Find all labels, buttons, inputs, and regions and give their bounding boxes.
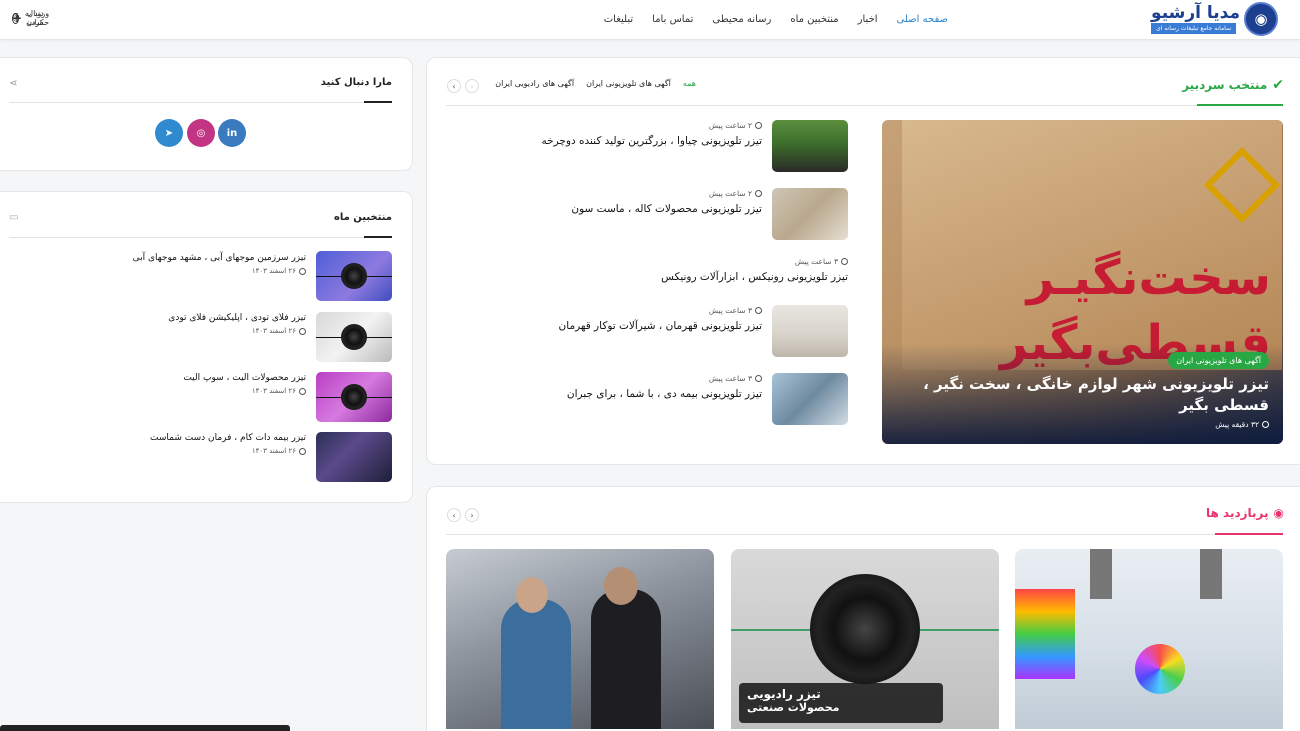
prev-arrow-icon[interactable]: ‹ bbox=[447, 79, 461, 93]
logo-subtitle: سامانه جامع تبلیغات رسانه ای bbox=[1151, 23, 1237, 34]
tab-tv-ads[interactable]: آگهی های تلویزیونی ایران bbox=[586, 79, 671, 88]
list-item: ۲ ساعت پیش تیزر تلویزیونی چیاوا ، بزرگتر… bbox=[541, 121, 763, 147]
monthly-title[interactable]: تیزر سرزمین موجهای آبی ، مشهد موجهای آبی bbox=[133, 253, 306, 263]
featured-category-badge[interactable]: آگهی های تلویزیونی ایران bbox=[1168, 352, 1269, 369]
featured-art-text-1: سخت‌نگیـر bbox=[1026, 250, 1273, 306]
editors-pick-tabs: همه آگهی های تلویزیونی ایران آگهی های را… bbox=[495, 79, 696, 88]
nav-home[interactable]: صفحه اصلی bbox=[897, 14, 948, 25]
monthly-title[interactable]: تیزر بیمه دات کام ، فرمان دست شماست bbox=[150, 433, 306, 443]
share-icon[interactable]: ⋖ bbox=[9, 78, 17, 89]
featured-time: ۳۲ دقیقه پیش bbox=[1215, 420, 1269, 429]
nav-outdoor-media[interactable]: رسانه محیطی bbox=[712, 14, 771, 25]
bottom-toast-bar bbox=[0, 725, 290, 731]
site-logo[interactable]: ◉ مدیا آرشیو سامانه جامع تبلیغات رسانه ا… bbox=[1151, 2, 1278, 36]
most-viewed-divider bbox=[446, 533, 1283, 535]
popular-card-3[interactable] bbox=[446, 549, 714, 729]
follow-button[interactable]: دنبال کردن + bbox=[12, 9, 44, 27]
tab-radio-ads[interactable]: آگهی های رادیویی ایران bbox=[495, 79, 574, 88]
clock-icon bbox=[299, 447, 306, 455]
editors-pick-heading: ✔ منتخب سردبیر bbox=[1182, 77, 1284, 93]
document-icon: ▭ bbox=[9, 212, 19, 223]
post-title[interactable]: تیزر تلویزیونی قهرمان ، شیرآلات توکار قه… bbox=[559, 320, 762, 332]
post-title[interactable]: تیزر تلویزیونی بیمه دی ، با شما ، برای ج… bbox=[567, 388, 762, 400]
monthly-picks-heading: منتخبین ماه bbox=[333, 212, 392, 223]
header-actions: ☾ ورود به حساب دنبال کردن + bbox=[12, 0, 49, 36]
monthly-title[interactable]: تیزر محصولات الیت ، سوپ الیت bbox=[183, 373, 306, 383]
main-nav: صفحه اصلی اخبار منتخبین ماه رسانه محیطی … bbox=[604, 0, 948, 38]
list-item: تیزر سرزمین موجهای آبی ، مشهد موجهای آبی… bbox=[132, 253, 306, 275]
prev-arrow-icon[interactable]: ‹ bbox=[447, 508, 461, 522]
follow-us-divider bbox=[9, 101, 392, 103]
next-arrow-icon[interactable]: › bbox=[465, 79, 479, 93]
nav-ads[interactable]: تبلیغات bbox=[604, 14, 633, 25]
clock-icon bbox=[755, 375, 762, 382]
list-item: تیزر بیمه دات کام ، فرمان دست شماست ۲۶ ا… bbox=[150, 433, 306, 455]
post-title[interactable]: تیزر تلویزیونی محصولات کاله ، ماست سون bbox=[571, 203, 762, 215]
list-item: تیزر محصولات الیت ، سوپ الیت ۲۶ اسفند ۱۴… bbox=[183, 373, 306, 395]
tab-all[interactable]: همه bbox=[683, 79, 696, 88]
post-thumb-2[interactable] bbox=[772, 188, 848, 240]
logo-title: مدیا آرشیو bbox=[1151, 3, 1240, 23]
plus-icon: + bbox=[12, 11, 23, 25]
popular-card-caption-2: محصولات صنعتی bbox=[747, 701, 840, 714]
monthly-thumb-3[interactable] bbox=[316, 372, 392, 422]
featured-title[interactable]: تیزر تلویزیونی شهر لوازم خانگی ، سخت نگی… bbox=[899, 374, 1269, 416]
clock-icon bbox=[1262, 421, 1269, 428]
nav-contact[interactable]: تماس باما bbox=[652, 14, 693, 25]
post-thumb-1[interactable] bbox=[772, 120, 848, 172]
monthly-thumb-4[interactable] bbox=[316, 432, 392, 482]
post-title[interactable]: تیزر تلویزیونی رونیکس ، ابزارآلات رونیکس bbox=[661, 271, 848, 283]
monthly-title[interactable]: تیزر فلای تودی ، اپلیکیشن فلای تودی bbox=[168, 313, 306, 323]
featured-post[interactable]: سخت‌نگیـر قسطی‌بگیر آگهی های تلویزیونی ا… bbox=[882, 120, 1283, 444]
editors-pick-pager: ‹ › bbox=[447, 79, 479, 93]
post-thumb-4[interactable] bbox=[772, 305, 848, 357]
clock-icon bbox=[755, 307, 762, 314]
post-thumb-5[interactable] bbox=[772, 373, 848, 425]
list-item: ۳ ساعت پیش تیزر تلویزیونی بیمه دی ، با ش… bbox=[566, 374, 762, 400]
eye-icon: ◉ bbox=[1273, 506, 1284, 520]
nav-news[interactable]: اخبار bbox=[858, 14, 878, 25]
most-viewed-pager: ‹ › bbox=[447, 508, 479, 522]
list-item: تیزر فلای تودی ، اپلیکیشن فلای تودی ۲۶ ا… bbox=[168, 313, 306, 335]
clock-icon bbox=[755, 190, 762, 197]
next-arrow-icon[interactable]: › bbox=[465, 508, 479, 522]
clock-icon bbox=[299, 387, 306, 395]
list-item: ۲ ساعت پیش تیزر تلویزیونی محصولات کاله ،… bbox=[571, 189, 762, 215]
popular-card-1[interactable] bbox=[1015, 549, 1283, 729]
follow-label: دنبال کردن bbox=[26, 9, 44, 27]
editors-pick-divider bbox=[446, 104, 1283, 106]
post-title[interactable]: تیزر تلویزیونی چیاوا ، بزرگترین تولید کن… bbox=[542, 135, 763, 147]
telegram-icon[interactable]: ➤ bbox=[155, 119, 183, 147]
clock-icon bbox=[841, 258, 848, 265]
site-header: ◉ مدیا آرشیو سامانه جامع تبلیغات رسانه ا… bbox=[0, 0, 1300, 40]
clock-icon bbox=[299, 327, 306, 335]
list-item: ۳ ساعت پیش تیزر تلویزیونی رونیکس ، ابزار… bbox=[661, 257, 848, 283]
popular-card-caption: تیزر رادیویی bbox=[747, 687, 821, 701]
follow-us-card bbox=[0, 57, 413, 171]
clock-icon bbox=[299, 267, 306, 275]
nav-monthly-picks[interactable]: منتخبین ماه bbox=[790, 14, 838, 25]
list-item: ۳ ساعت پیش تیزر تلویزیونی قهرمان ، شیرآل… bbox=[558, 306, 762, 332]
monthly-picks-divider bbox=[9, 236, 392, 238]
follow-us-heading: مارا دنبال کنید bbox=[320, 77, 392, 88]
linkedin-icon[interactable]: in bbox=[218, 119, 246, 147]
instagram-icon[interactable]: ◎ bbox=[187, 119, 215, 147]
monthly-thumb-2[interactable] bbox=[316, 312, 392, 362]
editors-pick-title: منتخب سردبیر bbox=[1182, 78, 1268, 92]
most-viewed-heading: ◉ پربازدید ها bbox=[1206, 506, 1284, 520]
check-icon: ✔ bbox=[1272, 77, 1284, 93]
popular-card-2[interactable]: تیزر رادیویی محصولات صنعتی bbox=[731, 549, 999, 729]
clock-icon bbox=[755, 122, 762, 129]
logo-emblem-icon: ◉ bbox=[1244, 2, 1278, 36]
monthly-thumb-1[interactable] bbox=[316, 251, 392, 301]
